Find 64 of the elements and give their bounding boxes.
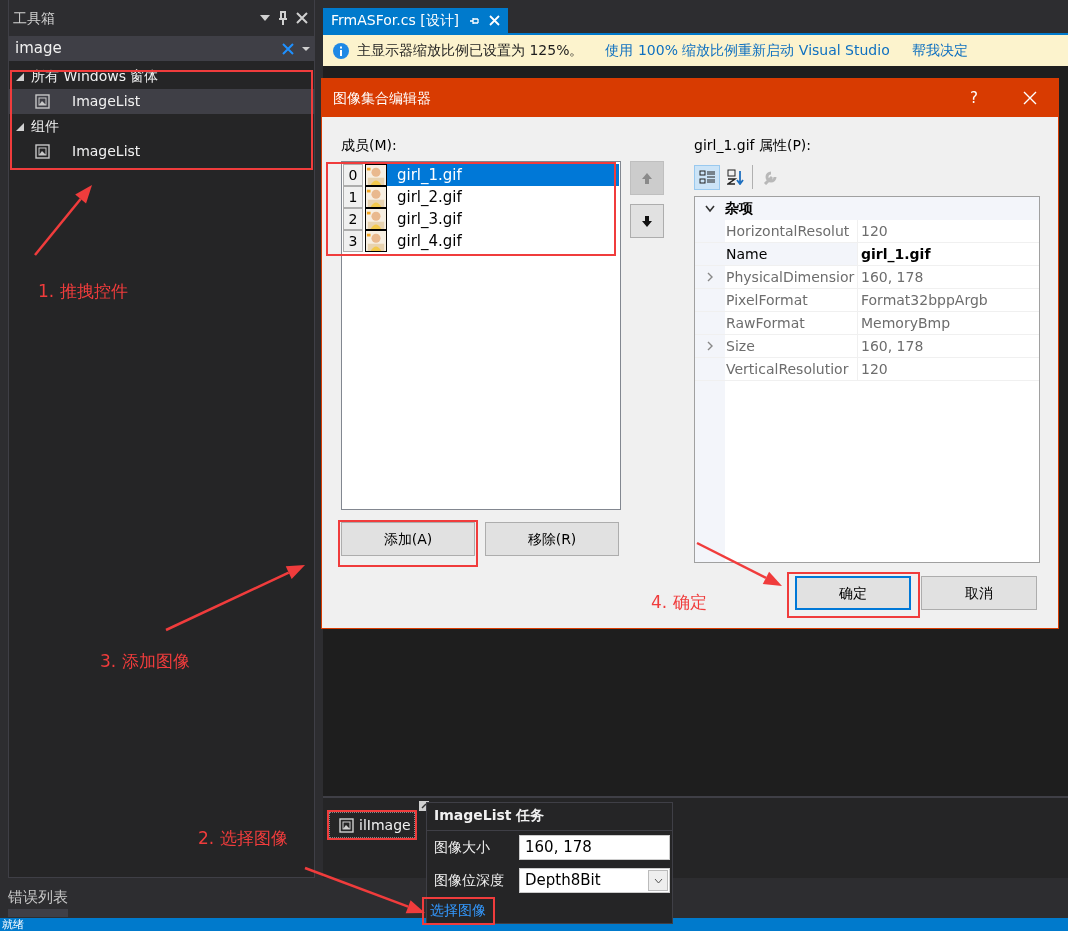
image-icon — [339, 817, 354, 833]
panel-title: 错误列表 — [8, 887, 69, 908]
panel-title: ImageList 任务 — [427, 803, 672, 831]
property-name[interactable]: PhysicalDimensior — [725, 266, 858, 288]
annotation-text: 4. 确定 — [651, 591, 707, 614]
info-message: 主显示器缩放比例已设置为 125%。 — [357, 41, 584, 60]
info-icon — [333, 42, 349, 59]
down-arrow-icon[interactable] — [640, 214, 654, 228]
add-button[interactable]: 添加(A) — [341, 522, 475, 556]
group-header[interactable]: 组件 — [31, 116, 59, 137]
annotation-text: 3. 添加图像 — [100, 650, 190, 673]
pin-icon[interactable] — [278, 11, 288, 25]
collapse-icon[interactable] — [705, 204, 715, 213]
list-item[interactable]: girl_3.gif — [387, 208, 619, 230]
property-name[interactable]: VerticalResolutior — [725, 358, 858, 380]
expand-icon[interactable] — [15, 121, 25, 132]
image-icon — [35, 144, 50, 159]
row-index: 3 — [343, 230, 363, 252]
dialog-title: 图像集合编辑器 — [333, 88, 432, 108]
list-item[interactable]: girl_2.gif — [387, 186, 619, 208]
list-item[interactable]: girl_1.gif — [387, 164, 619, 186]
property-name[interactable]: Name — [725, 243, 858, 265]
row-index: 1 — [343, 186, 363, 208]
property-name[interactable]: RawFormat — [725, 312, 858, 334]
annotation-arrow — [34, 185, 92, 256]
search-field[interactable]: image — [9, 36, 314, 61]
expand-icon[interactable] — [15, 71, 25, 82]
sort-icon[interactable] — [726, 169, 744, 185]
categorized-icon[interactable] — [698, 169, 716, 185]
property-name[interactable]: Size — [725, 335, 858, 357]
annotation-text: 2. 选择图像 — [198, 827, 288, 850]
row-index: 2 — [343, 208, 363, 230]
remove-button[interactable]: 移除(R) — [485, 522, 619, 556]
toolbox-item[interactable]: ImageList — [9, 139, 314, 164]
property-name[interactable]: HorizontalResolut — [725, 220, 858, 242]
row-index: 0 — [343, 164, 363, 186]
ok-button[interactable]: 确定 — [795, 576, 911, 610]
properties-label: girl_1.gif 属性(P): — [694, 136, 813, 155]
field-label: 图像位深度 — [434, 871, 505, 890]
dropdown-icon[interactable] — [260, 14, 270, 22]
toolbar-button[interactable] — [694, 164, 720, 190]
tray-component[interactable]: ilImage — [329, 812, 415, 838]
info-link[interactable]: 帮我决定 — [911, 40, 968, 61]
panel-title: 工具箱 — [13, 8, 55, 28]
annotation-text: 1. 推拽控件 — [38, 280, 128, 303]
chevron-icon[interactable] — [653, 877, 663, 884]
choose-images-link[interactable]: 选择图像 — [422, 897, 495, 925]
image-icon — [35, 94, 50, 109]
help-button[interactable]: ? — [946, 79, 1002, 117]
input-field[interactable]: 160, 178 — [519, 835, 670, 860]
category-header: 杂项 — [725, 199, 753, 218]
move-button[interactable] — [630, 204, 664, 238]
toolbox-item[interactable]: ImageList — [9, 89, 314, 114]
clear-icon[interactable] — [282, 42, 294, 55]
info-link[interactable]: 使用 100% 缩放比例重新启动 Visual Studio — [605, 40, 890, 61]
field-label: 图像大小 — [434, 838, 491, 857]
dropdown-icon[interactable] — [302, 45, 310, 52]
close-icon[interactable] — [296, 12, 308, 24]
members-label: 成员(M): — [341, 136, 398, 155]
property-name[interactable]: PixelFormat — [725, 289, 858, 311]
cancel-button[interactable]: 取消 — [921, 576, 1037, 610]
wrench-icon — [761, 169, 779, 185]
dropdown-field[interactable]: Depth8Bit — [519, 868, 670, 893]
list-item[interactable]: girl_4.gif — [387, 230, 619, 252]
